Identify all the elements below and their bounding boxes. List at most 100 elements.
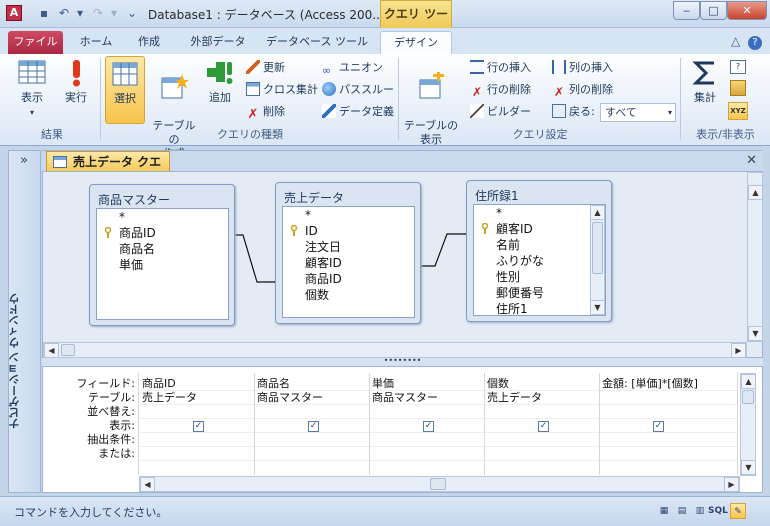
grid-cell-criteria[interactable]: [140, 433, 254, 447]
grid-cell-table[interactable]: 商品マスター: [255, 391, 369, 405]
field-item[interactable]: ID: [283, 223, 414, 239]
scroll-down-icon[interactable]: ▼: [741, 460, 756, 475]
show-checkbox[interactable]: ✓: [308, 421, 319, 432]
scroll-left-icon[interactable]: ◀: [44, 343, 59, 358]
field-item[interactable]: 名前: [474, 237, 605, 253]
grid-cell-criteria[interactable]: [485, 433, 599, 447]
redo-icon[interactable]: ↷: [90, 5, 106, 21]
pivotchart-view-icon[interactable]: ▥: [692, 503, 708, 519]
maximize-button[interactable]: □: [700, 1, 727, 20]
scroll-down-icon[interactable]: ▼: [590, 300, 605, 315]
field-item[interactable]: 性別: [474, 269, 605, 285]
run-button[interactable]: 実行: [58, 58, 94, 105]
grid-column[interactable]: 個数 売上データ ✓: [485, 373, 600, 475]
table-names-icon[interactable]: XYZ: [728, 102, 748, 120]
union-button[interactable]: ∞ ユニオン: [322, 58, 383, 78]
diagram-vertical-scrollbar[interactable]: ▲ ▼: [747, 172, 763, 342]
grid-cell-sort[interactable]: [370, 405, 484, 419]
grid-cell-criteria[interactable]: [370, 433, 484, 447]
append-button[interactable]: 追加: [204, 58, 236, 105]
field-list[interactable]: * 商品ID 商品名 単価: [96, 208, 229, 320]
table-window-address-book[interactable]: 住所録1 * 顧客ID 名前 ふりがな 性別 郵便番号 住所1 ▲ ▼: [466, 180, 612, 322]
table-window-product-master[interactable]: 商品マスター * 商品ID 商品名 単価: [89, 184, 235, 326]
grid-cell-field[interactable]: 商品ID: [140, 377, 254, 391]
close-button[interactable]: ✕: [727, 1, 767, 20]
field-list[interactable]: * ID 注文日 顧客ID 商品ID 個数: [282, 206, 415, 318]
field-item[interactable]: 顧客ID: [474, 221, 605, 237]
scroll-thumb[interactable]: [592, 222, 603, 274]
grid-cell-or[interactable]: [370, 447, 484, 461]
scroll-right-icon[interactable]: ▶: [724, 477, 739, 492]
grid-cell-or[interactable]: [485, 447, 599, 461]
grid-column[interactable]: 商品名 商品マスター ✓: [255, 373, 370, 475]
query-document-tab[interactable]: 売上データ クエリ: [46, 151, 170, 189]
update-button[interactable]: 更新: [246, 58, 285, 78]
show-checkbox[interactable]: ✓: [193, 421, 204, 432]
field-list[interactable]: * 顧客ID 名前 ふりがな 性別 郵便番号 住所1 ▲ ▼: [473, 204, 606, 316]
field-item[interactable]: 顧客ID: [283, 255, 414, 271]
ribbon-minimize-icon[interactable]: △: [731, 34, 740, 48]
field-item[interactable]: ふりがな: [474, 253, 605, 269]
grid-cell-field[interactable]: 金額: [単価]*[個数]: [600, 377, 737, 391]
field-item[interactable]: 単価: [97, 257, 228, 273]
grid-cell-criteria[interactable]: [600, 433, 737, 447]
grid-cell-criteria[interactable]: [255, 433, 369, 447]
show-checkbox[interactable]: ✓: [538, 421, 549, 432]
undo-dropdown-icon[interactable]: ▾: [72, 5, 88, 21]
delete-query-button[interactable]: ✗ 削除: [246, 102, 285, 122]
field-item[interactable]: 住所1: [474, 301, 605, 315]
grid-cell-field[interactable]: 単価: [370, 377, 484, 391]
data-definition-button[interactable]: データ定義: [322, 102, 394, 122]
field-item[interactable]: *: [283, 207, 414, 223]
close-document-button[interactable]: ✕: [746, 153, 757, 168]
grid-column[interactable]: 商品ID 売上データ ✓: [140, 373, 255, 475]
grid-cell-sort[interactable]: [485, 405, 599, 419]
property-sheet-icon[interactable]: [730, 80, 746, 96]
scroll-thumb[interactable]: [430, 478, 446, 490]
field-item[interactable]: 商品ID: [283, 271, 414, 287]
field-list-scrollbar[interactable]: ▲ ▼: [590, 205, 605, 315]
query-design-grid[interactable]: フィールド: テーブル: 並べ替え: 表示: 抽出条件: または: 商品ID 売…: [42, 366, 763, 493]
datasheet-view-icon[interactable]: ▦: [656, 503, 672, 519]
select-query-button[interactable]: 選択: [105, 56, 145, 124]
grid-column[interactable]: 金額: [単価]*[個数] ✓: [600, 373, 738, 475]
scroll-left-icon[interactable]: ◀: [140, 477, 155, 492]
field-item[interactable]: 郵便番号: [474, 285, 605, 301]
tab-design[interactable]: デザイン: [380, 31, 452, 54]
scroll-up-icon[interactable]: ▲: [741, 374, 756, 389]
crosstab-button[interactable]: クロス集計: [246, 80, 318, 100]
delete-rows-button[interactable]: ✗ 行の削除: [470, 80, 531, 100]
table-window-sales-data[interactable]: 売上データ * ID 注文日 顧客ID 商品ID 個数: [275, 182, 421, 324]
grid-cell-sort[interactable]: [255, 405, 369, 419]
grid-cell-field[interactable]: 商品名: [255, 377, 369, 391]
scroll-thumb[interactable]: [742, 390, 754, 404]
field-item[interactable]: 商品ID: [97, 225, 228, 241]
grid-cell-table[interactable]: [600, 391, 737, 405]
field-item[interactable]: 商品名: [97, 241, 228, 257]
parameters-icon[interactable]: ?: [730, 60, 746, 74]
grid-cell-sort[interactable]: [140, 405, 254, 419]
insert-cols-button[interactable]: 列の挿入: [552, 58, 613, 78]
field-item[interactable]: *: [97, 209, 228, 225]
query-diagram-pane[interactable]: 商品マスター * 商品ID 商品名 単価 売上データ * ID 注文日 顧客ID…: [42, 171, 763, 358]
field-item[interactable]: *: [474, 205, 605, 221]
field-item[interactable]: 注文日: [283, 239, 414, 255]
grid-cell-sort[interactable]: [600, 405, 737, 419]
minimize-button[interactable]: ‒: [673, 1, 700, 20]
scroll-thumb[interactable]: [61, 344, 75, 356]
field-item[interactable]: 個数: [283, 287, 414, 303]
save-icon[interactable]: ▪: [36, 5, 52, 21]
show-checkbox[interactable]: ✓: [423, 421, 434, 432]
builder-button[interactable]: ビルダー: [470, 102, 531, 122]
scroll-up-icon[interactable]: ▲: [590, 205, 605, 220]
tab-external-data[interactable]: 外部データ: [180, 31, 256, 54]
scroll-up-icon[interactable]: ▲: [748, 185, 763, 200]
tab-database-tools[interactable]: データベース ツール: [262, 31, 372, 54]
design-view-icon[interactable]: ✎: [730, 503, 746, 519]
show-checkbox[interactable]: ✓: [653, 421, 664, 432]
view-button[interactable]: 表示 ▾: [10, 58, 54, 120]
tab-file[interactable]: ファイル: [8, 31, 63, 54]
scroll-down-icon[interactable]: ▼: [748, 326, 763, 341]
tab-home[interactable]: ホーム: [72, 31, 120, 54]
grid-vertical-scrollbar[interactable]: ▲ ▼: [740, 373, 756, 476]
